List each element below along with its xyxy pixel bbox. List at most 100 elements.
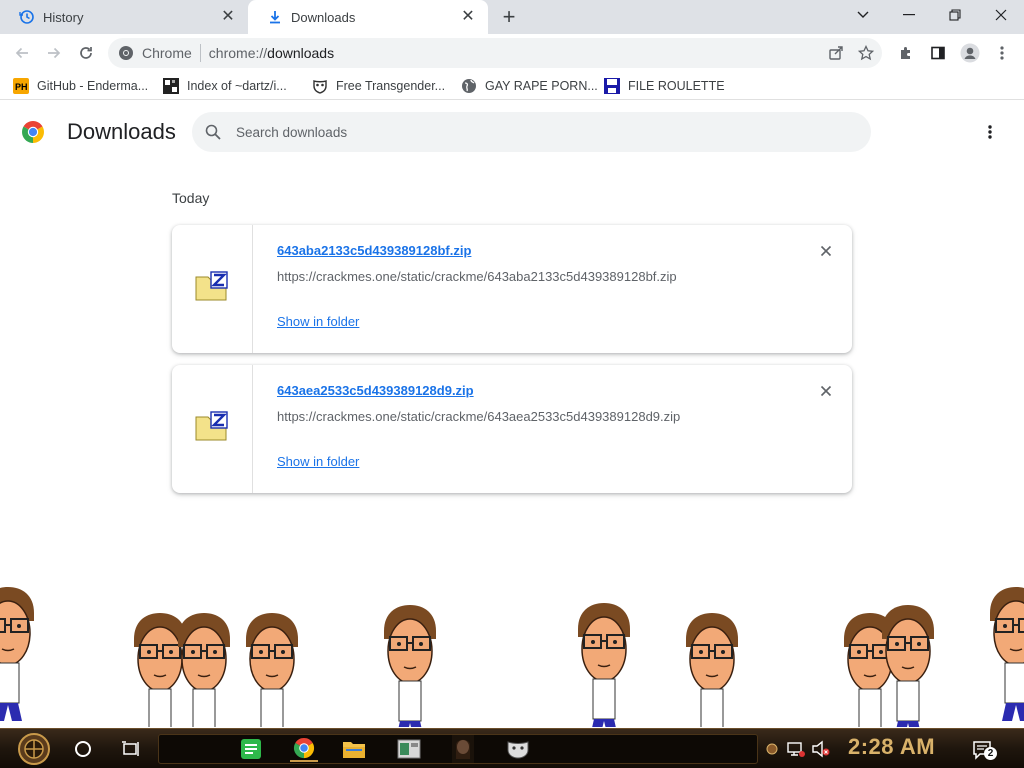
mask-favicon [312, 78, 328, 94]
site-label: Chrome [142, 45, 192, 61]
share-icon[interactable] [828, 45, 844, 64]
close-tab-history-icon[interactable]: ✕ [220, 9, 236, 25]
restore-icon [949, 9, 961, 21]
svg-text:PH: PH [15, 82, 28, 92]
toolbar: Chrome chrome://downloads [0, 34, 1024, 72]
chrome-menu-button[interactable] [988, 39, 1016, 67]
tab-downloads-label: Downloads [291, 9, 356, 25]
folder-icon [343, 742, 365, 758]
date-header: Today [172, 190, 210, 206]
zip-file-icon [195, 411, 229, 446]
back-arrow-icon [15, 47, 28, 59]
chevron-down-icon [857, 11, 869, 18]
bookmark-star-icon[interactable] [857, 44, 875, 64]
chrome-logo-icon [21, 120, 45, 144]
cortana-button[interactable] [70, 737, 96, 761]
page-title: Downloads [67, 119, 176, 144]
chrome-icon [293, 737, 315, 759]
restore-button[interactable] [932, 0, 978, 30]
zip-file-icon [195, 271, 229, 306]
bookmark-label: FILE ROULETTE [628, 79, 725, 93]
puzzle-icon [901, 47, 910, 59]
tray-app-icon[interactable] [765, 741, 779, 757]
bookmark-index-dartz[interactable]: Index of ~dartz/i... [163, 76, 287, 96]
tab-history-label: History [43, 9, 84, 25]
page-menu-button[interactable] [978, 120, 1002, 144]
back-button[interactable] [8, 39, 36, 67]
kebab-menu-icon [988, 125, 992, 139]
close-tab-downloads-icon[interactable]: ✕ [460, 9, 476, 25]
taskbar: 2:28 AM 2 [0, 728, 1024, 768]
notification-center-button[interactable]: 2 [970, 737, 997, 763]
bookmark-github[interactable]: PH GitHub - Enderma... [13, 76, 148, 96]
show-in-folder-link[interactable]: Show in folder [277, 454, 359, 469]
ph-favicon: PH [13, 78, 29, 94]
chrome-taskbar-app[interactable] [290, 736, 318, 762]
globe-icon [461, 78, 477, 94]
search-input[interactable] [236, 112, 836, 152]
extensions-button[interactable] [892, 39, 920, 67]
download-url: https://crackmes.one/static/crackme/643a… [277, 409, 681, 424]
tab-downloads[interactable]: Downloads ✕ [248, 0, 488, 34]
pixel-favicon [163, 78, 179, 94]
bookmark-label: Index of ~dartz/i... [187, 79, 287, 93]
remove-download-icon[interactable] [818, 383, 834, 399]
window-app[interactable] [395, 736, 423, 762]
reload-icon [80, 47, 92, 59]
side-panel-icon [931, 46, 945, 60]
mask-app[interactable] [504, 736, 532, 762]
bookmark-label: Free Transgender... [336, 79, 446, 93]
tab-search-button[interactable] [840, 0, 886, 30]
url-path: downloads [267, 45, 335, 61]
download-filename-link[interactable]: 643aea2533c5d439389128d9.zip [277, 383, 474, 398]
omnibox-divider [199, 44, 201, 62]
bookmark-label: GitHub - Enderma... [37, 79, 149, 93]
address-bar[interactable]: Chrome chrome://downloads [108, 38, 882, 68]
theater-mask-icon [507, 741, 529, 759]
cartoon-characters-overlay [0, 586, 1024, 727]
network-icon[interactable] [786, 739, 806, 759]
circle-icon [75, 741, 91, 757]
kebab-menu-icon [1000, 46, 1004, 60]
start-button[interactable] [12, 731, 56, 767]
close-icon [995, 9, 1007, 21]
download-item: 643aea2533c5d439389128d9.zip https://cra… [172, 365, 852, 493]
task-view-button[interactable] [118, 737, 144, 761]
remove-download-icon[interactable] [818, 243, 834, 259]
tray-orb-icon [766, 743, 778, 755]
tab-strip: History ✕ Downloads ✕ + [0, 0, 1024, 34]
taskbar-clock[interactable]: 2:28 AM [848, 734, 935, 760]
chrome-site-icon [118, 45, 134, 61]
volume-muted-icon[interactable] [810, 739, 832, 759]
search-bar[interactable] [192, 112, 871, 152]
download-item: 643aba2133c5d439389128bf.zip https://cra… [172, 225, 852, 353]
bookmark-file-roulette[interactable]: FILE ROULETTE [604, 76, 725, 96]
green-notes-icon [241, 739, 261, 759]
bookmarks-bar: PH GitHub - Enderma... Index of ~dartz/i… [0, 72, 1024, 100]
avatar-icon [960, 43, 980, 63]
profile-button[interactable] [956, 39, 984, 67]
reload-button[interactable] [72, 39, 100, 67]
minimize-button[interactable] [886, 0, 932, 30]
spotify-notes-app[interactable] [238, 736, 264, 762]
side-panel-button[interactable] [924, 39, 952, 67]
minimize-icon [903, 14, 915, 16]
app-window-icon [397, 739, 421, 759]
show-in-folder-link[interactable]: Show in folder [277, 314, 359, 329]
portrait-icon [452, 735, 474, 763]
download-filename-link[interactable]: 643aba2133c5d439389128bf.zip [277, 243, 471, 258]
close-window-button[interactable] [978, 0, 1024, 30]
bookmark-free-transgender[interactable]: Free Transgender... [312, 76, 445, 96]
file-icon-column [172, 365, 253, 493]
photo-app[interactable] [450, 734, 476, 764]
new-tab-button[interactable]: + [498, 4, 520, 29]
forward-button[interactable] [40, 39, 68, 67]
history-icon [19, 9, 35, 25]
tab-history[interactable]: History ✕ [0, 0, 248, 34]
start-orb-icon [18, 733, 50, 765]
bookmark-label: GAY RAPE PORN... [485, 79, 598, 93]
forward-arrow-icon [48, 47, 61, 59]
task-view-icon [122, 741, 139, 756]
bookmark-gay-rape-porn[interactable]: GAY RAPE PORN... [461, 76, 598, 96]
file-explorer-app[interactable] [340, 736, 368, 762]
